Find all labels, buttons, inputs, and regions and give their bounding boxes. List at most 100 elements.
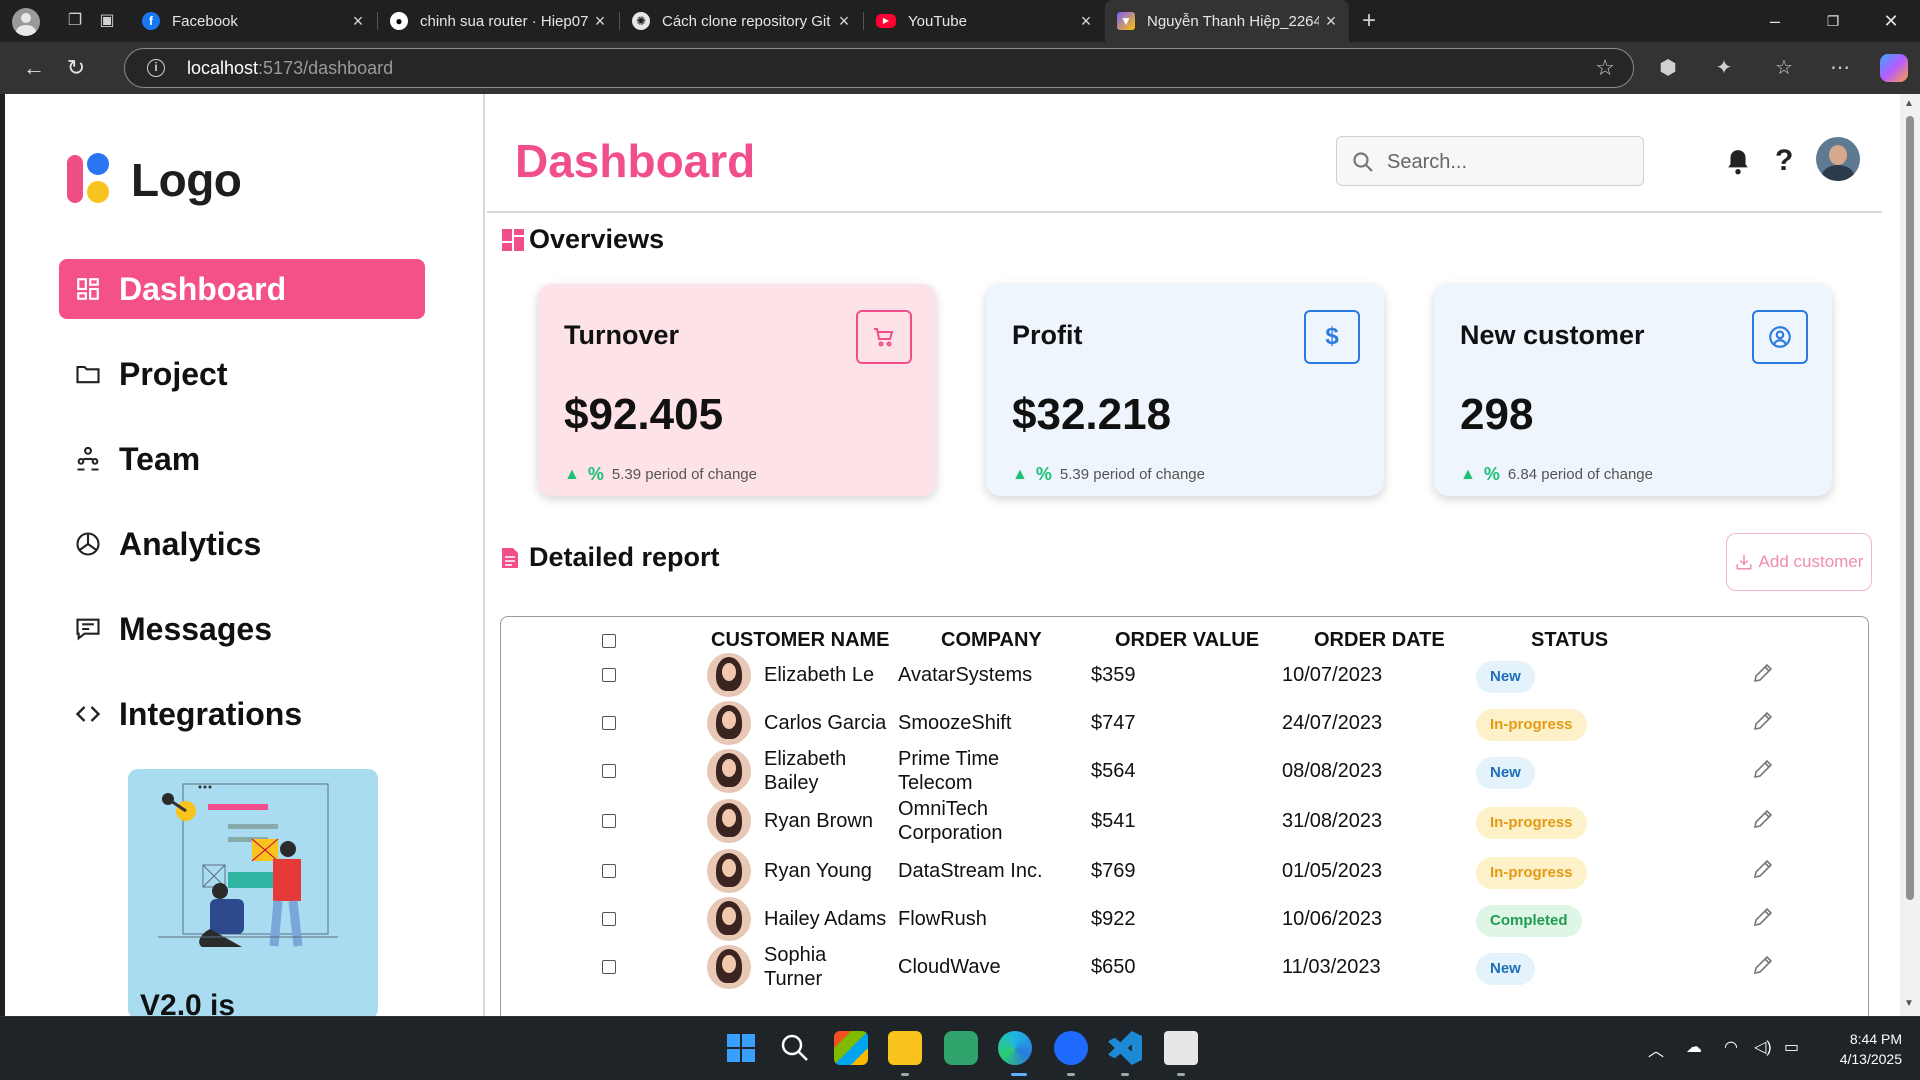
scrollbar-thumb[interactable]: [1906, 116, 1914, 900]
column-header-order-date[interactable]: ORDER DATE: [1314, 629, 1445, 652]
tray-overflow-icon[interactable]: ︿: [1648, 1037, 1664, 1061]
change-indicator: ▲% 6.84 period of change: [1460, 464, 1653, 484]
edit-pencil-icon[interactable]: [1751, 709, 1775, 733]
tab-active-dashboard[interactable]: ▼ Nguyễn Thanh Hiệp_22641211t ×: [1105, 0, 1349, 42]
status-badge: In-progress: [1476, 709, 1587, 741]
tab-close-icon[interactable]: ×: [832, 11, 856, 32]
tab-youtube[interactable]: ▶ YouTube ×: [864, 0, 1104, 42]
edit-pencil-icon[interactable]: [1751, 807, 1775, 831]
file-explorer-icon[interactable]: [888, 1031, 922, 1065]
scroll-up-icon[interactable]: ▲: [1904, 98, 1914, 109]
table-row[interactable]: Elizabeth Le AvatarSystems $359 10/07/20…: [501, 651, 1868, 699]
promo-card[interactable]: V2.0 is: [128, 769, 378, 1016]
workspaces-icon[interactable]: ❐: [64, 10, 86, 32]
profile-icon[interactable]: [12, 8, 40, 36]
edit-pencil-icon[interactable]: [1751, 857, 1775, 881]
copilot-icon[interactable]: [1880, 54, 1908, 82]
sidebar-item-analytics[interactable]: Analytics: [59, 514, 425, 574]
message-icon: [73, 614, 103, 644]
row-checkbox[interactable]: [602, 716, 616, 730]
favorites-icon[interactable]: ☆: [1770, 54, 1798, 82]
logo[interactable]: Logo: [63, 152, 242, 208]
column-header-status[interactable]: STATUS: [1531, 629, 1608, 652]
table-row[interactable]: Elizabeth Bailey Prime Time Telecom $564…: [501, 747, 1868, 795]
more-menu-icon[interactable]: ⋯: [1826, 54, 1854, 82]
status-badge: New: [1476, 661, 1535, 693]
tab-close-icon[interactable]: ×: [1074, 11, 1098, 32]
sidebar-item-dashboard[interactable]: Dashboard: [59, 259, 425, 319]
header-divider: [487, 211, 1882, 213]
site-info-icon[interactable]: i: [147, 59, 165, 77]
onedrive-icon[interactable]: ☁: [1686, 1037, 1702, 1057]
close-window-icon[interactable]: ✕: [1876, 8, 1906, 34]
search-box[interactable]: [1336, 136, 1644, 186]
url-text[interactable]: localhost:5173/dashboard: [187, 58, 393, 79]
change-indicator: ▲% 5.39 period of change: [564, 464, 757, 484]
tab-chatgpt[interactable]: ✺ Cách clone repository Git ×: [620, 0, 862, 42]
customer-avatar: [707, 945, 751, 989]
new-tab-icon[interactable]: +: [1358, 9, 1380, 33]
row-checkbox[interactable]: [602, 764, 616, 778]
row-checkbox[interactable]: [602, 864, 616, 878]
edit-pencil-icon[interactable]: [1751, 661, 1775, 685]
edit-pencil-icon[interactable]: [1751, 953, 1775, 977]
taskbar-search-icon[interactable]: [778, 1031, 812, 1065]
reload-icon[interactable]: ↻: [62, 54, 90, 82]
column-header-order-value[interactable]: ORDER VALUE: [1115, 629, 1259, 652]
system-clock[interactable]: 8:44 PM 4/13/2025: [1822, 1029, 1902, 1069]
table-row[interactable]: Ryan Young DataStream Inc. $769 01/05/20…: [501, 847, 1868, 895]
row-checkbox[interactable]: [602, 814, 616, 828]
tab-close-icon[interactable]: ×: [1319, 11, 1343, 32]
browser-navbar: ← ↻ i localhost:5173/dashboard ☆ ⬢ ✦ ☆ ⋯: [0, 42, 1920, 94]
windows-taskbar: ︿ ☁ ◠ ◁) ▭ 8:44 PM 4/13/2025: [0, 1016, 1920, 1080]
table-row[interactable]: Ryan Brown OmniTech Corporation $541 31/…: [501, 797, 1868, 845]
snipping-tool-icon[interactable]: [1164, 1031, 1198, 1065]
tab-close-icon[interactable]: ×: [346, 11, 370, 32]
page-scrollbar[interactable]: ▲ ▼: [1900, 94, 1920, 1016]
cart-icon[interactable]: [856, 310, 912, 364]
zalo-icon[interactable]: [1054, 1031, 1088, 1065]
volume-icon[interactable]: ◁): [1754, 1037, 1772, 1057]
store-icon[interactable]: [834, 1031, 868, 1065]
dollar-icon[interactable]: $: [1304, 310, 1360, 364]
battery-icon[interactable]: ▭: [1784, 1037, 1799, 1057]
notification-bell-icon[interactable]: [1725, 148, 1751, 176]
table-row[interactable]: Carlos Garcia SmoozeShift $747 24/07/202…: [501, 699, 1868, 747]
user-circle-icon[interactable]: [1752, 310, 1808, 364]
tab-facebook[interactable]: f Facebook ×: [130, 0, 376, 42]
edit-pencil-icon[interactable]: [1751, 757, 1775, 781]
wifi-icon[interactable]: ◠: [1724, 1037, 1738, 1057]
sidebar-item-team[interactable]: Team: [59, 429, 425, 489]
edit-pencil-icon[interactable]: [1751, 905, 1775, 929]
search-input[interactable]: [1387, 147, 1627, 177]
add-customer-button[interactable]: Add customer: [1726, 533, 1872, 591]
extensions-puzzle-icon[interactable]: ✦: [1710, 54, 1738, 82]
help-icon[interactable]: ?: [1775, 144, 1793, 178]
tab-close-icon[interactable]: ×: [588, 11, 612, 32]
restore-icon[interactable]: ❐: [1818, 8, 1848, 34]
favorite-star-icon[interactable]: ☆: [1595, 55, 1615, 81]
tab-github[interactable]: ● chinh sua router · Hiep0718/Tuan ×: [378, 0, 618, 42]
user-avatar[interactable]: [1816, 137, 1860, 181]
row-checkbox[interactable]: [602, 912, 616, 926]
table-row[interactable]: Sophia Turner CloudWave $650 11/03/2023 …: [501, 943, 1868, 991]
column-header-company[interactable]: COMPANY: [941, 629, 1042, 652]
edge-browser-icon[interactable]: [998, 1031, 1032, 1065]
address-bar[interactable]: i localhost:5173/dashboard ☆: [124, 48, 1634, 88]
table-row[interactable]: Hailey Adams FlowRush $922 10/06/2023 Co…: [501, 895, 1868, 943]
windows-start-icon[interactable]: [724, 1031, 758, 1065]
back-icon[interactable]: ←: [20, 54, 48, 82]
scroll-down-icon[interactable]: ▼: [1904, 998, 1914, 1009]
row-checkbox[interactable]: [602, 960, 616, 974]
app-icon[interactable]: [944, 1031, 978, 1065]
vscode-icon[interactable]: [1108, 1031, 1142, 1065]
select-all-checkbox[interactable]: [602, 634, 616, 648]
row-checkbox[interactable]: [602, 668, 616, 682]
sidebar-item-project[interactable]: Project: [59, 344, 425, 404]
sidebar-item-integrations[interactable]: Integrations: [59, 684, 425, 744]
minimize-icon[interactable]: –: [1760, 8, 1790, 34]
sidebar-item-messages[interactable]: Messages: [59, 599, 425, 659]
column-header-customer-name[interactable]: CUSTOMER NAME: [711, 629, 890, 652]
extension-icon[interactable]: ⬢: [1654, 54, 1682, 82]
tab-actions-icon[interactable]: ▣: [96, 10, 118, 32]
